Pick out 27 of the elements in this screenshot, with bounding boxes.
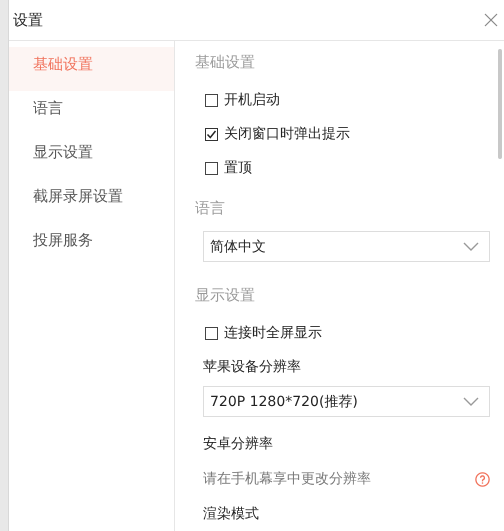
checkbox[interactable] bbox=[205, 162, 218, 174]
section-heading: 基础设置 bbox=[195, 53, 256, 73]
checkbox[interactable] bbox=[205, 94, 218, 106]
caret-icon bbox=[463, 242, 479, 251]
caret-icon bbox=[463, 397, 479, 406]
field-label: 苹果设备分辨率 bbox=[202, 358, 302, 377]
help-icon[interactable] bbox=[475, 472, 490, 486]
checkbox-label: 关闭窗口时弹出提示 bbox=[224, 125, 350, 143]
field-label: 渲染模式 bbox=[202, 505, 260, 524]
checkbox[interactable] bbox=[205, 326, 218, 340]
scrollbar[interactable] bbox=[498, 49, 502, 159]
window-title: 设置 bbox=[13, 10, 43, 30]
checkbox-label: 置顶 bbox=[224, 159, 252, 177]
close-icon[interactable] bbox=[484, 13, 498, 27]
checkbox-label: 开机启动 bbox=[224, 91, 280, 109]
checkbox[interactable] bbox=[205, 128, 218, 140]
dropdown[interactable]: 720P 1280*720(推荐) bbox=[203, 386, 490, 417]
sidebar-item[interactable]: 语言 bbox=[9, 91, 174, 135]
sidebar-item[interactable]: 截屏录屏设置 bbox=[9, 179, 174, 223]
dropdown[interactable]: 简体中文 bbox=[203, 231, 490, 262]
section-heading: 显示设置 bbox=[195, 286, 256, 306]
checkbox-label: 连接时全屏显示 bbox=[224, 324, 322, 342]
field-label: 安卓分辨率 bbox=[202, 435, 274, 454]
sidebar-item[interactable]: 投屏服务 bbox=[9, 223, 174, 267]
hint-text: 请在手机幕享中更改分辨率 bbox=[203, 470, 371, 488]
sidebar-item[interactable]: 显示设置 bbox=[9, 135, 174, 179]
section-heading: 语言 bbox=[195, 199, 226, 219]
